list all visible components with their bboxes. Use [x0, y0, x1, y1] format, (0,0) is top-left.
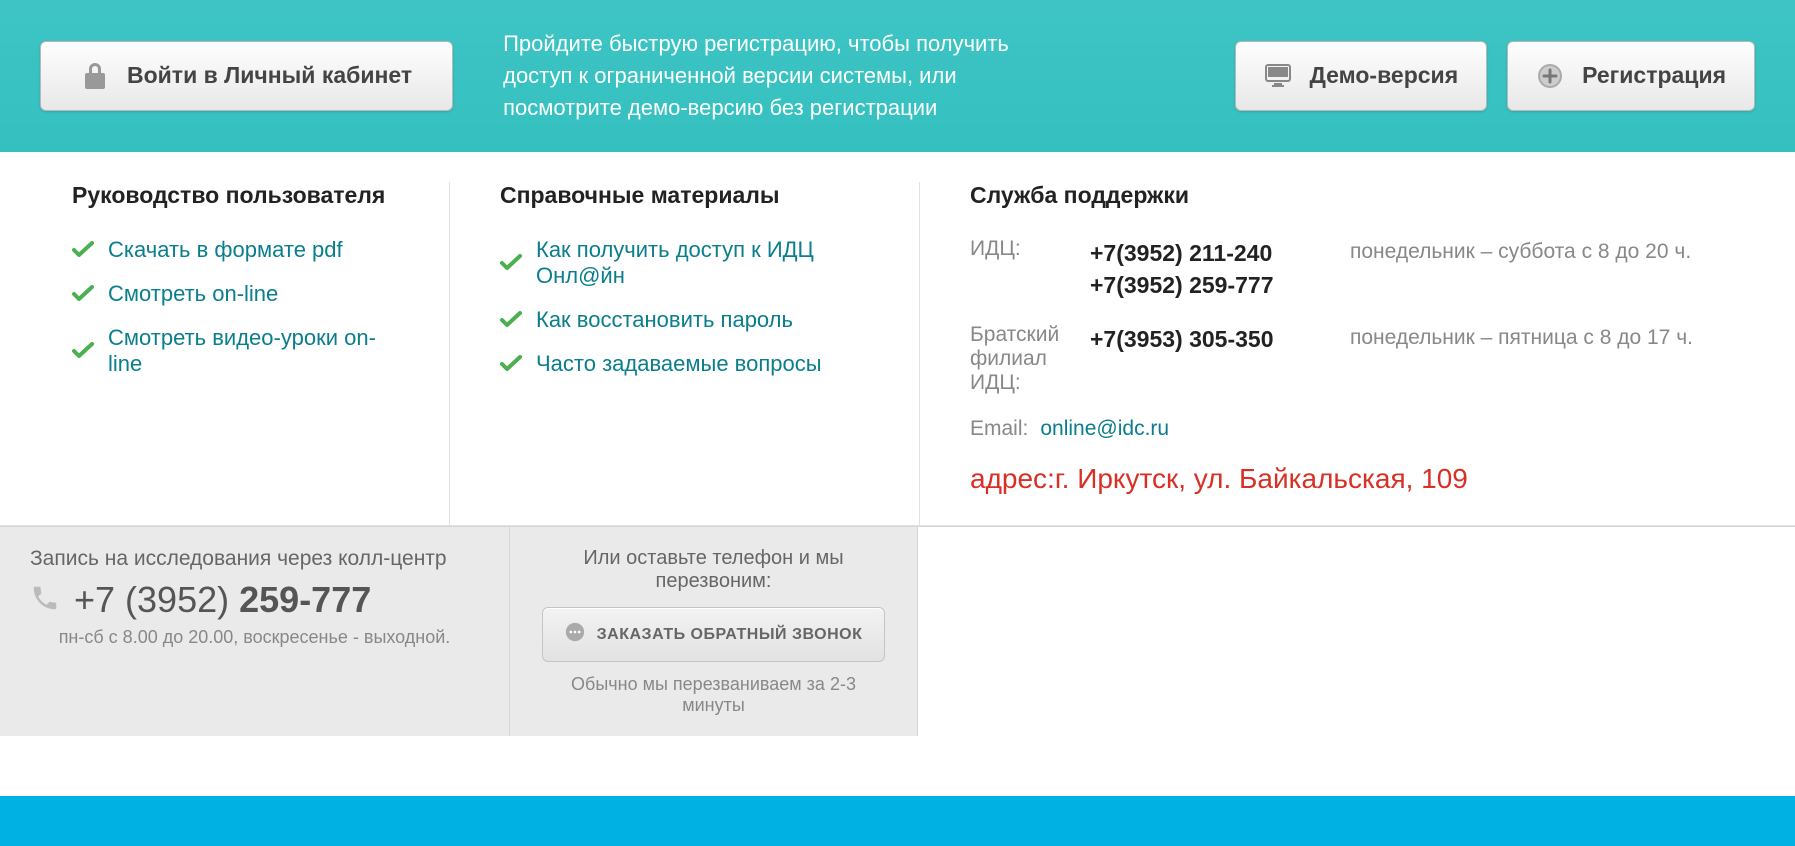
content: Руководство пользователя Скачать в форма…: [0, 152, 1795, 526]
support-label: ИДЦ:: [970, 237, 1070, 261]
top-right-buttons: Демо-версия Регистрация: [1235, 41, 1755, 111]
col1-links: Скачать в формате pdf Смотреть on-line С…: [72, 237, 409, 377]
register-button[interactable]: Регистрация: [1507, 41, 1755, 111]
user-guide-column: Руководство пользователя Скачать в форма…: [0, 182, 450, 525]
email-link[interactable]: online@idc.ru: [1040, 417, 1169, 441]
callback-button[interactable]: ЗАКАЗАТЬ ОБРАТНЫЙ ЗВОНОК: [542, 607, 886, 662]
callback-block: Или оставьте телефон и мы перезвоним: ЗА…: [510, 527, 918, 736]
phone-icon: [30, 583, 60, 618]
check-icon: [72, 241, 94, 259]
list-item: Часто задаваемые вопросы: [500, 351, 879, 377]
support-table: ИДЦ: +7(3952) 211-240 +7(3952) 259-777 п…: [970, 237, 1755, 495]
support-row-idc: ИДЦ: +7(3952) 211-240 +7(3952) 259-777 п…: [970, 237, 1755, 301]
login-label: Войти в Личный кабинет: [127, 62, 412, 89]
callcenter-block: Запись на исследования через колл-центр …: [0, 527, 510, 736]
support-phones: +7(3953) 305-350: [1090, 323, 1330, 355]
link-restore-password[interactable]: Как восстановить пароль: [536, 307, 793, 333]
link-video-lessons[interactable]: Смотреть видео-уроки on-line: [108, 325, 409, 377]
support-phones: +7(3952) 211-240 +7(3952) 259-777: [1090, 237, 1330, 301]
list-item: Смотреть on-line: [72, 281, 409, 307]
support-hours: понедельник – суббота с 8 до 20 ч.: [1350, 237, 1691, 266]
callcenter-phone: +7 (3952) 259-777: [74, 579, 371, 621]
top-bar: Войти в Личный кабинет Пройдите быструю …: [0, 0, 1795, 152]
register-label: Регистрация: [1582, 62, 1726, 89]
footer-strip: [0, 736, 1795, 796]
lock-icon: [81, 62, 109, 90]
footer-blue: [0, 796, 1795, 846]
check-icon: [72, 342, 94, 360]
link-view-online[interactable]: Смотреть on-line: [108, 281, 278, 307]
callcenter-sub: пн-сб с 8.00 до 20.00, воскресенье - вых…: [30, 627, 479, 648]
support-column: Служба поддержки ИДЦ: +7(3952) 211-240 +…: [920, 182, 1795, 525]
phone: +7(3952) 259-777: [1090, 269, 1330, 301]
reference-column: Справочные материалы Как получить доступ…: [450, 182, 920, 525]
col2-links: Как получить доступ к ИДЦ Онл@йн Как вос…: [500, 237, 879, 377]
check-icon: [72, 285, 94, 303]
bottom-bar: Запись на исследования через колл-центр …: [0, 526, 1795, 736]
callback-button-label: ЗАКАЗАТЬ ОБРАТНЫЙ ЗВОНОК: [597, 626, 863, 644]
chat-icon: [565, 622, 585, 647]
list-item: Как получить доступ к ИДЦ Онл@йн: [500, 237, 879, 289]
list-item: Смотреть видео-уроки on-line: [72, 325, 409, 377]
col2-title: Справочные материалы: [500, 182, 879, 209]
col3-title: Служба поддержки: [970, 182, 1755, 209]
phone: +7(3953) 305-350: [1090, 323, 1330, 355]
phone-prefix: +7 (3952): [74, 579, 239, 620]
list-item: Скачать в формате pdf: [72, 237, 409, 263]
callback-title: Или оставьте телефон и мы перезвоним:: [540, 547, 887, 593]
bottom-right-empty: [918, 527, 1795, 736]
login-button[interactable]: Войти в Личный кабинет: [40, 41, 453, 111]
check-icon: [500, 355, 522, 373]
callcenter-phone-row: +7 (3952) 259-777: [30, 579, 479, 621]
list-item: Как восстановить пароль: [500, 307, 879, 333]
email-label: Email:: [970, 417, 1028, 441]
link-get-access[interactable]: Как получить доступ к ИДЦ Онл@йн: [536, 237, 879, 289]
monitor-icon: [1264, 62, 1292, 90]
check-icon: [500, 254, 522, 272]
support-label: Братский филиал ИДЦ:: [970, 323, 1070, 395]
check-icon: [500, 311, 522, 329]
link-download-pdf[interactable]: Скачать в формате pdf: [108, 237, 343, 263]
phone-bold: 259-777: [239, 579, 371, 620]
link-faq[interactable]: Часто задаваемые вопросы: [536, 351, 822, 377]
col1-title: Руководство пользователя: [72, 182, 409, 209]
address: адрес:г. Иркутск, ул. Байкальская, 109: [970, 463, 1755, 495]
support-hours: понедельник – пятница с 8 до 17 ч.: [1350, 323, 1693, 352]
promo-text: Пройдите быструю регистрацию, чтобы полу…: [483, 28, 1043, 124]
email-row: Email: online@idc.ru: [970, 417, 1755, 441]
callback-sub: Обычно мы перезваниваем за 2-3 минуты: [540, 674, 887, 716]
support-row-bratsk: Братский филиал ИДЦ: +7(3953) 305-350 по…: [970, 323, 1755, 395]
callcenter-title: Запись на исследования через колл-центр: [30, 547, 479, 571]
demo-label: Демо-версия: [1310, 62, 1459, 89]
phone: +7(3952) 211-240: [1090, 237, 1330, 269]
plus-circle-icon: [1536, 62, 1564, 90]
demo-button[interactable]: Демо-версия: [1235, 41, 1488, 111]
